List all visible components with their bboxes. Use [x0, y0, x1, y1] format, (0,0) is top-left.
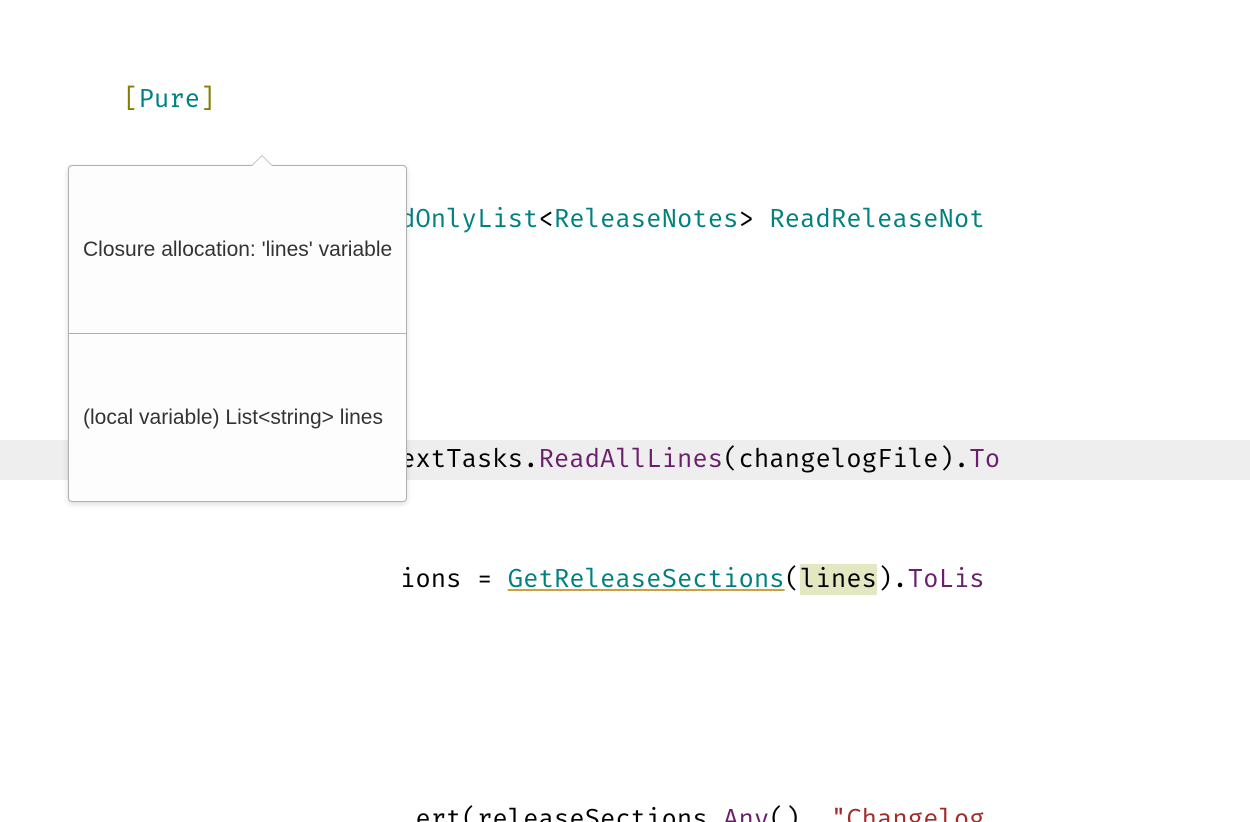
code-line: ions = GetReleaseSections(lines).ToLis — [0, 560, 1250, 600]
paren: ( — [723, 444, 738, 475]
hover-tooltip: Closure allocation: 'lines' variable (lo… — [68, 165, 407, 502]
code-line: ert(releaseSections.Any(), "Changelog — [0, 800, 1250, 822]
type: ReleaseNotes — [554, 204, 739, 235]
id: ions — [400, 564, 462, 595]
angle: > — [739, 204, 754, 235]
id: ert — [415, 804, 461, 822]
op: = — [477, 564, 492, 595]
paren: ( — [462, 804, 477, 822]
angle: < — [538, 204, 553, 235]
code-line — [0, 680, 1250, 720]
dot: . — [954, 444, 969, 475]
comma: , — [800, 804, 815, 822]
dot: . — [708, 804, 723, 822]
method: Any — [723, 804, 769, 822]
param: changelogFile — [739, 444, 939, 475]
attr-bracket: [ — [123, 84, 138, 115]
paren: ) — [877, 564, 892, 595]
code-line: [Pure] — [0, 80, 1250, 120]
paren: ( — [785, 564, 800, 595]
tooltip-local-var-type: (local variable) List<string> lines — [69, 393, 406, 442]
dot: . — [523, 444, 538, 475]
method-name: ReadReleaseNot — [769, 204, 984, 235]
paren: ) — [939, 444, 954, 475]
attr-bracket: ] — [200, 84, 215, 115]
id: releaseSections — [477, 804, 708, 822]
method: ReadAllLines — [539, 444, 724, 475]
string: "Changelog — [831, 804, 1000, 822]
method: GetReleaseSections — [508, 564, 785, 595]
dot: . — [892, 564, 907, 595]
method: ToLis — [908, 564, 985, 595]
method: To — [969, 444, 1000, 475]
attr-name: Pure — [138, 84, 200, 115]
paren: ( — [769, 804, 784, 822]
paren: ) — [785, 804, 800, 822]
code-editor[interactable]: [Pure] public static IReadOnlyList<Relea… — [0, 0, 1250, 822]
tooltip-closure-alloc: Closure allocation: 'lines' variable — [69, 225, 406, 274]
id-lines-ref: lines — [800, 564, 877, 595]
tooltip-divider — [69, 333, 406, 334]
